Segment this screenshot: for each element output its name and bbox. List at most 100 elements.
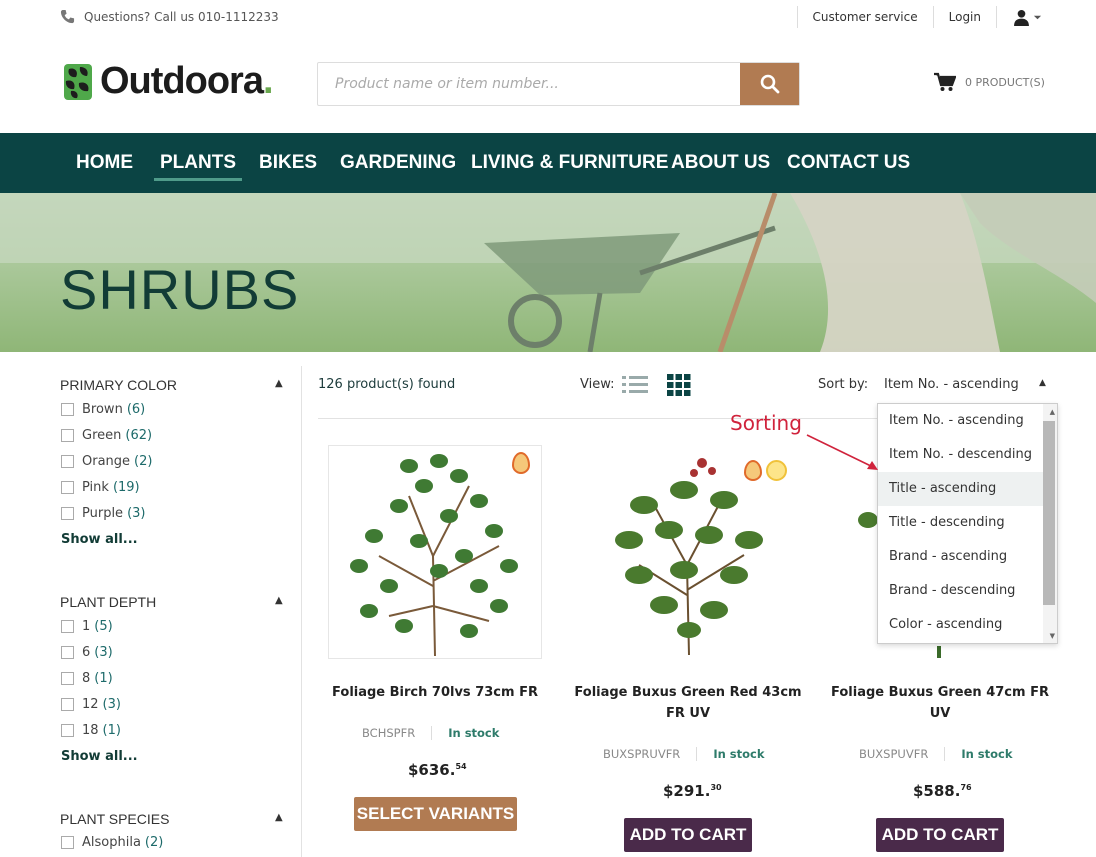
phone-icon	[60, 9, 75, 24]
select-variants-button[interactable]: SELECT VARIANTS	[354, 797, 517, 831]
buxus-green-image	[858, 512, 940, 659]
logo[interactable]: Outdoora.	[60, 60, 274, 103]
checkbox[interactable]	[61, 836, 74, 849]
sort-option[interactable]: Item No. - descending	[878, 438, 1043, 472]
filter-option[interactable]: Pink (19)	[61, 480, 140, 495]
caret-down-icon	[1033, 15, 1042, 19]
logo-leaf-icon	[64, 63, 92, 100]
checkbox[interactable]	[61, 429, 74, 442]
stem-icon	[937, 646, 941, 658]
show-all-link[interactable]: Show all...	[61, 532, 138, 547]
nav-bikes[interactable]: BIKES	[259, 133, 317, 193]
product-sku: BUXSPUVFR	[859, 747, 946, 761]
checkbox[interactable]	[61, 724, 74, 737]
filter-option[interactable]: 6 (3)	[61, 645, 113, 660]
nav-home[interactable]: HOME	[76, 133, 133, 193]
product-sku: BCHSPFR	[362, 726, 433, 740]
product-image[interactable]	[328, 445, 542, 659]
checkbox[interactable]	[61, 481, 74, 494]
cart-summary[interactable]: 0 PRODUCT(S)	[934, 72, 1045, 92]
checkbox[interactable]	[61, 646, 74, 659]
sort-option[interactable]: Item No. - ascending	[878, 404, 1043, 438]
cart-icon	[934, 72, 956, 91]
filter-option[interactable]: 1 (5)	[61, 619, 113, 634]
filter-option[interactable]: Orange (2)	[61, 454, 152, 469]
results-count: 126 product(s) found	[318, 377, 456, 392]
chevron-up-icon[interactable]: ▲	[275, 378, 283, 389]
nav-contact-us[interactable]: CONTACT US	[787, 133, 910, 193]
filter-option[interactable]: Brown (6)	[61, 402, 145, 417]
checkbox[interactable]	[61, 403, 74, 416]
stock-status: In stock	[448, 726, 500, 740]
scrollbar-thumb[interactable]	[1043, 421, 1055, 605]
nav-gardening[interactable]: GARDENING	[340, 133, 456, 193]
sort-option[interactable]: Color - ascending	[878, 608, 1043, 642]
search-input[interactable]	[318, 63, 740, 105]
product-title[interactable]: Foliage Birch 70lvs 73cm FR	[320, 682, 550, 703]
phone-info: Questions? Call us 010-1112233	[60, 9, 279, 24]
customer-service-link[interactable]: Customer service	[796, 6, 933, 28]
list-view-icon[interactable]	[622, 375, 648, 395]
product-title[interactable]: Foliage Buxus Green 47cm FR UV	[825, 682, 1055, 724]
product-price: $588.76	[913, 782, 972, 800]
checkbox[interactable]	[61, 455, 74, 468]
user-icon	[1014, 9, 1029, 26]
flame-icon	[744, 460, 762, 481]
chevron-up-icon[interactable]: ▲	[275, 812, 283, 823]
filter-option[interactable]: Purple (3)	[61, 506, 145, 521]
sun-icon	[766, 460, 787, 481]
sort-select[interactable]: Item No. - ascending	[884, 377, 1019, 392]
filter-title-plant-species[interactable]: PLANT SPECIES	[60, 811, 169, 827]
stock-status: In stock	[713, 747, 765, 761]
sort-option[interactable]: Title - descending	[878, 506, 1043, 540]
stock-status: In stock	[961, 747, 1013, 761]
search-button[interactable]	[740, 63, 799, 105]
top-links: Customer service Login	[796, 6, 1042, 28]
sort-dropdown[interactable]: Item No. - ascending Item No. - descendi…	[877, 403, 1058, 644]
account-menu[interactable]	[996, 6, 1042, 28]
filter-option[interactable]: Alsophila (2)	[61, 835, 163, 850]
sidebar-divider	[301, 366, 302, 857]
checkbox[interactable]	[61, 698, 74, 711]
add-to-cart-button[interactable]: ADD TO CART	[624, 818, 752, 852]
chevron-up-icon[interactable]: ▲	[275, 595, 283, 606]
search-bar	[317, 62, 800, 106]
checkbox[interactable]	[61, 507, 74, 520]
product-image[interactable]	[584, 445, 794, 659]
add-to-cart-button[interactable]: ADD TO CART	[876, 818, 1004, 852]
annotation-label: Sorting	[730, 411, 802, 435]
show-all-link[interactable]: Show all...	[61, 749, 138, 764]
sort-option[interactable]: Brand - descending	[878, 574, 1043, 608]
cart-count: 0 PRODUCT(S)	[965, 75, 1045, 89]
nav-living-furniture[interactable]: LIVING & FURNITURE	[471, 133, 668, 193]
filter-option[interactable]: 12 (3)	[61, 697, 121, 712]
product-price: $291.30	[663, 782, 722, 800]
buxus-red-image	[615, 458, 763, 656]
scroll-up-icon[interactable]: ▲	[1050, 408, 1055, 416]
product-meta: BUXSPUVFR In stock	[859, 747, 1013, 761]
checkbox[interactable]	[61, 620, 74, 633]
search-icon	[760, 74, 779, 94]
filter-title-primary-color[interactable]: PRIMARY COLOR	[60, 377, 177, 393]
login-link[interactable]: Login	[932, 6, 996, 28]
product-meta: BCHSPFR In stock	[362, 726, 499, 740]
filter-option[interactable]: 18 (1)	[61, 723, 121, 738]
sort-option[interactable]: Brand - ascending	[878, 540, 1043, 574]
filter-option[interactable]: 8 (1)	[61, 671, 113, 686]
logo-text: Outdoora.	[100, 60, 274, 102]
sort-option-highlighted[interactable]: Title - ascending	[878, 472, 1043, 506]
checkbox[interactable]	[61, 672, 74, 685]
caret-up-icon[interactable]: ▲	[1039, 378, 1046, 388]
page-title: SHRUBS	[60, 258, 300, 321]
scroll-down-icon[interactable]: ▼	[1050, 632, 1055, 640]
product-sku: BUXSPRUVFR	[603, 747, 698, 761]
main-nav: HOME PLANTS BIKES GARDENING LIVING & FUR…	[0, 133, 1096, 193]
view-label: View:	[580, 377, 615, 392]
filter-title-plant-depth[interactable]: PLANT DEPTH	[60, 594, 156, 610]
nav-plants[interactable]: PLANTS	[154, 133, 242, 193]
product-price: $636.54	[408, 761, 467, 779]
grid-view-icon[interactable]	[667, 374, 691, 396]
product-title[interactable]: Foliage Buxus Green Red 43cm FR UV	[573, 682, 803, 724]
filter-option[interactable]: Green (62)	[61, 428, 152, 443]
nav-about-us[interactable]: ABOUT US	[671, 133, 770, 193]
